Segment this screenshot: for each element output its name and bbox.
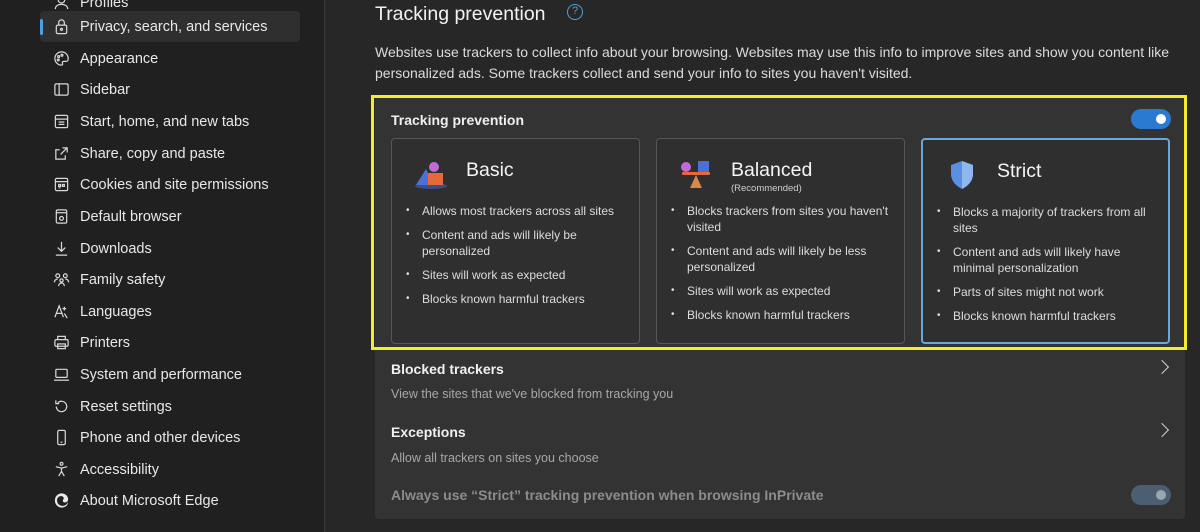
sidebar-item-phone[interactable]: Phone and other devices xyxy=(40,422,300,453)
sidebar-item-about[interactable]: About Microsoft Edge xyxy=(40,485,300,516)
sidebar-item-privacy[interactable]: Privacy, search, and services xyxy=(40,11,300,42)
shield-icon xyxy=(943,158,981,192)
sidebar-item-label: System and performance xyxy=(80,366,242,383)
sidebar-item-label: Privacy, search, and services xyxy=(80,18,268,35)
sidebar-item-sidebar[interactable]: Sidebar xyxy=(40,74,300,105)
blocked-trackers-description: View the sites that we've blocked from t… xyxy=(391,387,674,401)
sidebar-item-label: Appearance xyxy=(80,50,159,67)
bullet-item: Blocks known harmful trackers xyxy=(406,291,631,307)
sidebar-item-label: Profiles xyxy=(80,0,129,11)
cookies-icon xyxy=(52,176,70,194)
language-icon xyxy=(52,303,70,321)
sidebar-item-languages[interactable]: Languages xyxy=(40,296,300,327)
basic-shapes-icon xyxy=(412,157,450,191)
profile-icon xyxy=(52,0,70,12)
sidebar-item-reset[interactable]: Reset settings xyxy=(40,391,300,422)
laptop-icon xyxy=(52,366,70,384)
sidebar-item-label: Phone and other devices xyxy=(80,429,241,446)
toggle-knob xyxy=(1156,490,1166,500)
bullet-item: Content and ads will likely be less pers… xyxy=(671,243,896,275)
bullet-item: Sites will work as expected xyxy=(406,267,631,283)
card-title: Strict xyxy=(997,160,1042,182)
card-title: Balanced xyxy=(731,159,813,181)
tracking-prevention-toggle[interactable] xyxy=(1131,109,1171,129)
sidebar-item-downloads[interactable]: Downloads xyxy=(40,233,300,264)
sidebar-item-cookies[interactable]: Cookies and site permissions xyxy=(40,169,300,200)
exceptions-title[interactable]: Exceptions xyxy=(391,424,466,440)
inprivate-strict-label: Always use “Strict” tracking prevention … xyxy=(391,487,824,503)
sidebar-item-label: Sidebar xyxy=(80,81,130,98)
sidebar-item-label: Start, home, and new tabs xyxy=(80,113,250,130)
card-bullets: Allows most trackers across all sites Co… xyxy=(406,203,631,315)
bullet-item: Blocks trackers from sites you haven't v… xyxy=(671,203,896,235)
help-icon[interactable]: ? xyxy=(567,4,583,20)
strict-card[interactable]: Strict Blocks a majority of trackers fro… xyxy=(921,138,1170,344)
download-icon xyxy=(52,240,70,258)
sidebar-item-label: Downloads xyxy=(80,240,152,257)
sidebar-item-share[interactable]: Share, copy and paste xyxy=(40,138,300,169)
settings-sidebar: Profiles Privacy, search, and services A… xyxy=(0,0,325,532)
card-subtitle: (Recommended) xyxy=(731,183,802,194)
lock-icon xyxy=(52,18,70,36)
bullet-item: Blocks known harmful trackers xyxy=(937,308,1162,324)
sidebar-icon xyxy=(52,81,70,99)
printer-icon xyxy=(52,334,70,352)
edge-logo-icon xyxy=(52,492,70,510)
home-tabs-icon xyxy=(52,113,70,131)
accessibility-icon xyxy=(52,461,70,479)
balanced-card[interactable]: Balanced (Recommended) Blocks trackers f… xyxy=(656,138,905,344)
exceptions-description: Allow all trackers on sites you choose xyxy=(391,451,599,465)
sidebar-item-accessibility[interactable]: Accessibility xyxy=(40,454,300,485)
bullet-item: Content and ads will likely have minimal… xyxy=(937,244,1162,276)
bullet-item: Content and ads will likely be personali… xyxy=(406,227,631,259)
reset-icon xyxy=(52,398,70,416)
sidebar-item-default-browser[interactable]: Default browser xyxy=(40,201,300,232)
blocked-trackers-title[interactable]: Blocked trackers xyxy=(391,361,504,377)
settings-main: Tracking prevention ? Websites use track… xyxy=(326,0,1200,532)
sidebar-item-appearance[interactable]: Appearance xyxy=(40,43,300,74)
sidebar-item-label: Accessibility xyxy=(80,461,159,478)
toggle-knob xyxy=(1156,114,1166,124)
sidebar-item-label: Languages xyxy=(80,303,152,320)
palette-icon xyxy=(52,50,70,68)
sidebar-item-label: About Microsoft Edge xyxy=(80,492,219,509)
inprivate-strict-toggle[interactable] xyxy=(1131,485,1171,505)
sidebar-item-label: Printers xyxy=(80,334,130,351)
sidebar-item-label: Family safety xyxy=(80,271,166,288)
tracking-description: Websites use trackers to collect info ab… xyxy=(375,44,1169,81)
card-title: Basic xyxy=(466,159,514,181)
card-bullets: Blocks trackers from sites you haven't v… xyxy=(671,203,896,331)
sidebar-item-start-home[interactable]: Start, home, and new tabs xyxy=(40,106,300,137)
basic-card[interactable]: Basic Allows most trackers across all si… xyxy=(391,138,640,344)
tracking-toggle-label: Tracking prevention xyxy=(391,112,525,128)
sidebar-item-system[interactable]: System and performance xyxy=(40,359,300,390)
bullet-item: Allows most trackers across all sites xyxy=(406,203,631,219)
sidebar-item-printers[interactable]: Printers xyxy=(40,327,300,358)
balance-scale-icon xyxy=(677,157,715,191)
phone-icon xyxy=(52,429,70,447)
card-bullets: Blocks a majority of trackers from all s… xyxy=(937,204,1162,332)
sidebar-item-label: Default browser xyxy=(80,208,182,225)
sidebar-item-label: Reset settings xyxy=(80,398,172,415)
bullet-item: Parts of sites might not work xyxy=(937,284,1162,300)
sidebar-item-label: Cookies and site permissions xyxy=(80,176,269,193)
bullet-item: Blocks a majority of trackers from all s… xyxy=(937,204,1162,236)
share-icon xyxy=(52,145,70,163)
family-icon xyxy=(52,271,70,289)
bullet-item: Sites will work as expected xyxy=(671,283,896,299)
sidebar-item-label: Share, copy and paste xyxy=(80,145,226,162)
browser-icon xyxy=(52,208,70,226)
page-title: Tracking prevention xyxy=(375,3,546,25)
sidebar-item-family-safety[interactable]: Family safety xyxy=(40,264,300,295)
bullet-item: Blocks known harmful trackers xyxy=(671,307,896,323)
